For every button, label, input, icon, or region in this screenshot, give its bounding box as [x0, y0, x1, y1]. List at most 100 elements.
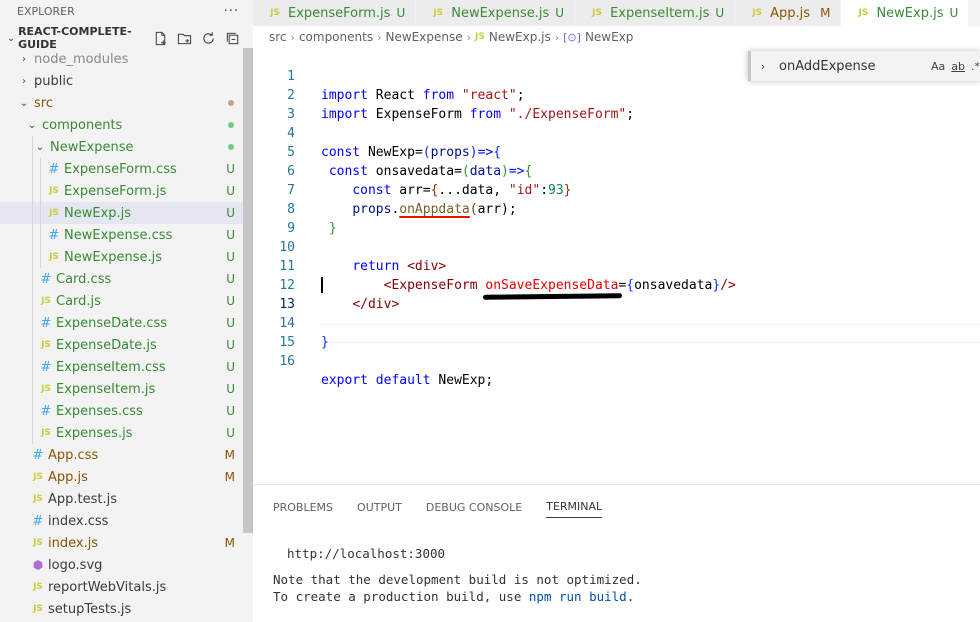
- file-expensedate-js[interactable]: JS ExpenseDate.js U: [0, 334, 243, 356]
- folder-public[interactable]: › public: [0, 70, 243, 92]
- sidebar-scrollbar[interactable]: [243, 48, 253, 533]
- indent-guide: [40, 180, 41, 202]
- symbol-variable-icon: [⊙]: [563, 30, 581, 44]
- file-expenseitem-css[interactable]: # ExpenseItem.css U: [0, 356, 243, 378]
- js-file-icon: JS: [270, 8, 280, 18]
- tree-item-label: Expenses.js: [56, 425, 133, 441]
- more-actions-icon[interactable]: ···: [224, 4, 239, 19]
- editor-tabs: JS ExpenseForm.js U JS NewExpense.js U JS Expen…: [253, 0, 980, 26]
- file-setuptests-js[interactable]: JS setupTests.js: [0, 598, 243, 620]
- css-file-icon: #: [32, 513, 44, 529]
- terminal-note-2: To create a production build, use npm ru…: [273, 589, 635, 604]
- tab-expenseitem-js[interactable]: JS ExpenseItem.js U: [575, 0, 736, 26]
- indent-guide: [32, 290, 33, 312]
- tab-app-js[interactable]: JS App.js M: [735, 0, 842, 26]
- breadcrumb-file[interactable]: NewExp.js: [489, 30, 551, 44]
- tab-expenseform-js[interactable]: JS ExpenseForm.js U: [253, 0, 417, 26]
- file-expensedate-css[interactable]: # ExpenseDate.css U: [0, 312, 243, 334]
- chevron-down-icon[interactable]: ⌄: [16, 98, 32, 109]
- file-expenseitem-js[interactable]: JS ExpenseItem.js U: [0, 378, 243, 400]
- tree-item-label: public: [34, 73, 74, 89]
- file-app-js[interactable]: JS App.js M: [0, 466, 243, 488]
- indent-guide: [32, 356, 33, 378]
- new-file-icon[interactable]: [152, 30, 169, 47]
- code-line-4: 4 const NewExp=(props)=>{: [253, 105, 980, 160]
- indent-guide: [32, 422, 33, 444]
- chevron-down-icon[interactable]: ⌄: [32, 142, 48, 153]
- tree-item-label: NewExpense.js: [64, 249, 163, 265]
- folder-node-modules[interactable]: › node_modules: [0, 48, 243, 70]
- git-status-badge: M: [224, 470, 235, 484]
- js-file-icon: JS: [858, 8, 869, 18]
- find-input[interactable]: [775, 55, 925, 77]
- chevron-right-icon: ›: [290, 30, 295, 44]
- git-status-badge: U: [226, 382, 235, 396]
- file-newexp-js[interactable]: JS NewExp.js U: [0, 202, 243, 224]
- file-app-css[interactable]: # App.css M: [0, 444, 243, 466]
- project-actions: [152, 30, 253, 47]
- file-card-js[interactable]: JS Card.js U: [0, 290, 243, 312]
- collapse-all-icon[interactable]: [224, 30, 241, 47]
- tree-item-label: logo.svg: [48, 557, 103, 573]
- chevron-right-icon[interactable]: ›: [16, 54, 32, 65]
- file-expenseform-css[interactable]: # ExpenseForm.css U: [0, 158, 243, 180]
- match-whole-word-icon[interactable]: ab: [951, 60, 965, 73]
- file-expenses-css[interactable]: # Expenses.css U: [0, 400, 243, 422]
- tree-item-label: setupTests.js: [48, 601, 132, 617]
- indent-guide: [32, 378, 33, 400]
- file-tree: › node_modules › public ⌄ src ⌄ components ⌄ NewE…: [0, 48, 243, 620]
- file-app-test-js[interactable]: JS App.test.js: [0, 488, 243, 510]
- tree-item-label: NewExpense: [50, 139, 134, 155]
- tab-newexpense-js[interactable]: JS NewExpense.js U: [416, 0, 576, 26]
- code-line-15: 15: [253, 314, 980, 350]
- breadcrumb-symbol[interactable]: NewExp: [585, 30, 633, 44]
- indent-guide: [40, 224, 41, 246]
- git-status-badge: U: [226, 250, 235, 264]
- tab-label: ExpenseForm.js: [288, 5, 391, 21]
- file-newexpense-css[interactable]: # NewExpense.css U: [0, 224, 243, 246]
- folder-src[interactable]: ⌄ src: [0, 92, 243, 114]
- file-index-css[interactable]: # index.css: [0, 510, 243, 532]
- file-logo-svg[interactable]: ⬢ logo.svg: [0, 554, 243, 576]
- file-index-js[interactable]: JS index.js M: [0, 532, 243, 554]
- chevron-down-icon[interactable]: ⌄: [4, 33, 18, 44]
- folder-newexpense[interactable]: ⌄ NewExpense: [0, 136, 243, 158]
- code-line-12: 12 </div>: [253, 257, 980, 312]
- chevron-right-icon[interactable]: ›: [755, 60, 771, 73]
- file-newexpense-js[interactable]: JS NewExpense.js U: [0, 246, 243, 268]
- explorer-title: EXPLORER: [17, 4, 75, 18]
- explorer-sidebar: EXPLORER ··· ⌄ REACT-COMPLETE-GUIDE › nod…: [0, 0, 253, 622]
- breadcrumb-newexpense[interactable]: NewExpense: [385, 30, 462, 44]
- code-editor[interactable]: 1 import React from "react"; 2 import Ex…: [253, 48, 980, 484]
- indent-guide: [40, 202, 41, 224]
- match-case-icon[interactable]: Aa: [931, 60, 945, 73]
- indent-guide: [32, 312, 33, 334]
- js-file-icon: JS: [41, 340, 51, 350]
- git-status-badge: U: [949, 6, 959, 20]
- tab-output[interactable]: OUTPUT: [357, 497, 402, 518]
- file-card-css[interactable]: # Card.css U: [0, 268, 243, 290]
- tab-debug-console[interactable]: DEBUG CONSOLE: [426, 497, 522, 518]
- tab-problems[interactable]: PROBLEMS: [273, 497, 333, 518]
- refresh-icon[interactable]: [200, 30, 217, 47]
- terminal-output[interactable]: http://localhost:3000 Note that the deve…: [253, 545, 980, 605]
- bottom-panel: PROBLEMS OUTPUT DEBUG CONSOLE TERMINAL h…: [253, 484, 980, 622]
- folder-components[interactable]: ⌄ components: [0, 114, 243, 136]
- regex-icon[interactable]: .*: [971, 60, 980, 73]
- new-folder-icon[interactable]: [176, 30, 193, 47]
- tree-item-label: ExpenseDate.js: [56, 337, 157, 353]
- breadcrumb-components[interactable]: components: [299, 30, 373, 44]
- indent-guide: [32, 158, 33, 180]
- chevron-down-icon[interactable]: ⌄: [24, 120, 40, 131]
- file-expenses-js[interactable]: JS Expenses.js U: [0, 422, 243, 444]
- js-file-icon: JS: [33, 538, 43, 548]
- file-reportwebvitals-js[interactable]: JS reportWebVitals.js: [0, 576, 243, 598]
- file-expenseform-js[interactable]: JS ExpenseForm.js U: [0, 180, 243, 202]
- breadcrumb: src › components › NewExpense › JS NewEx…: [253, 26, 980, 48]
- indent-guide: [32, 334, 33, 356]
- indent-guide: [32, 268, 33, 290]
- tab-terminal[interactable]: TERMINAL: [546, 496, 603, 518]
- tab-newexp-js[interactable]: JS NewExp.js U: [841, 0, 970, 26]
- breadcrumb-src[interactable]: src: [269, 30, 287, 44]
- chevron-right-icon[interactable]: ›: [16, 76, 32, 87]
